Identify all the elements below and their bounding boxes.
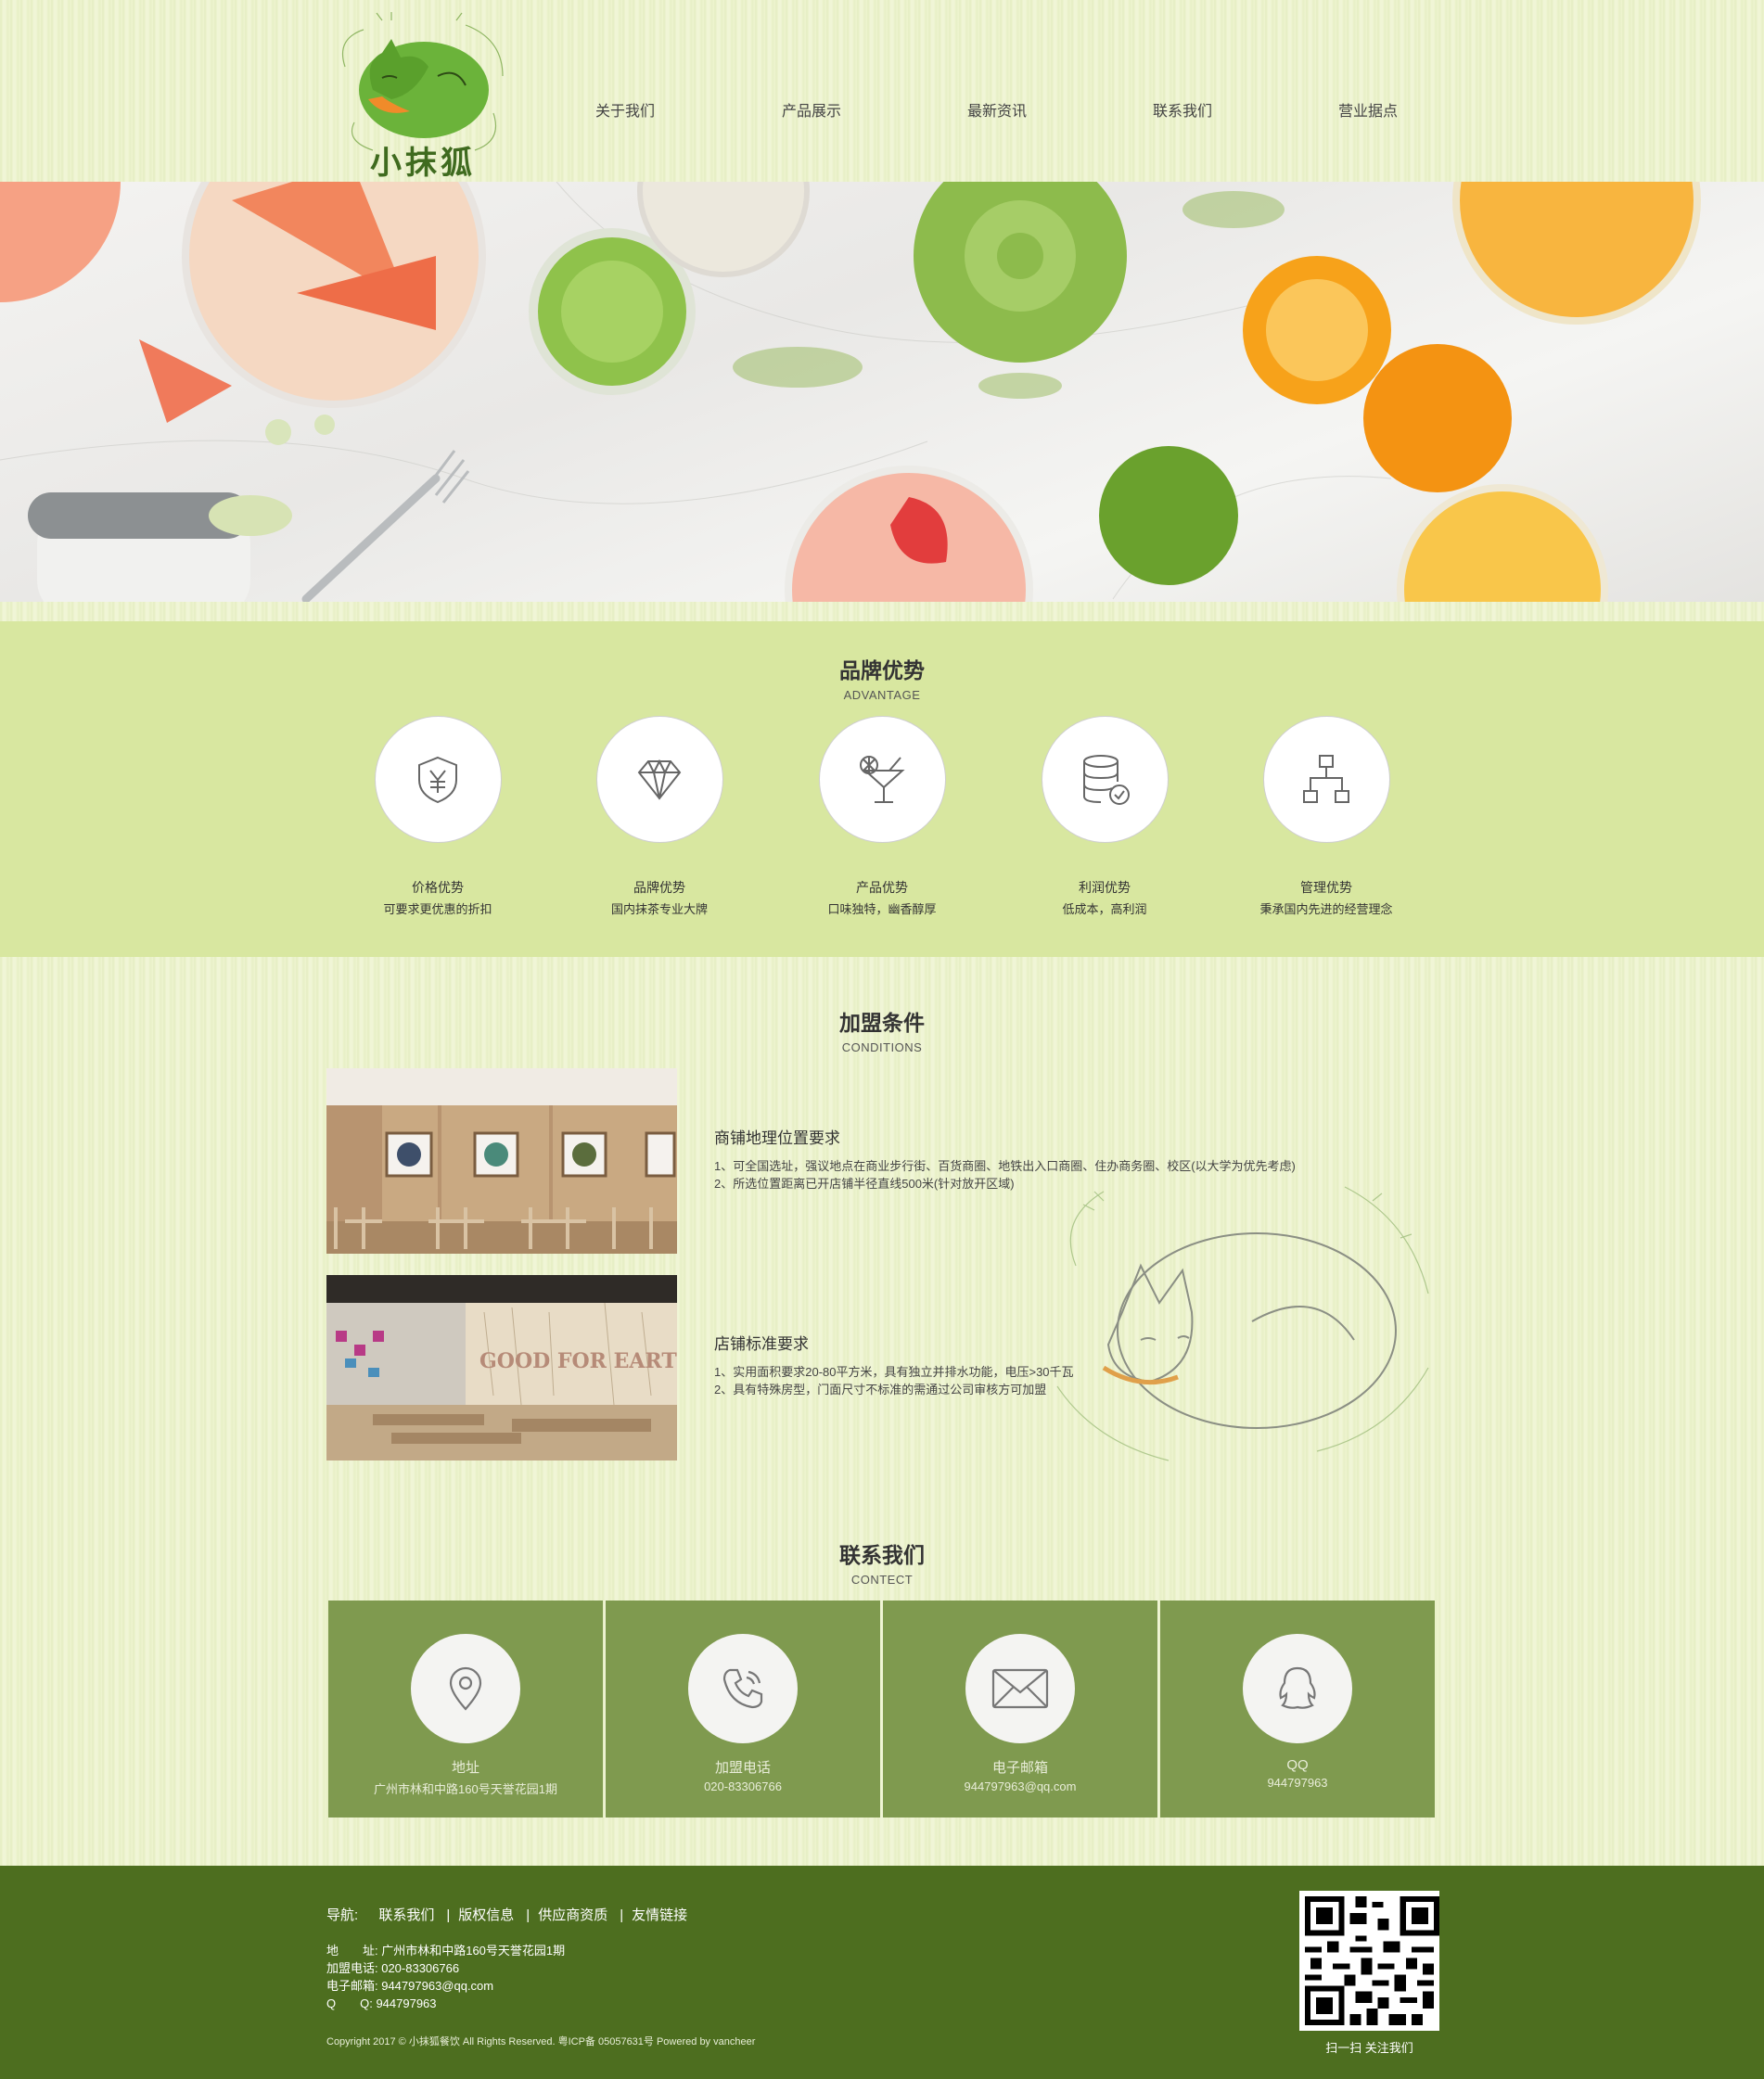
hero-drinks-image (0, 182, 1701, 602)
contact-title: 联系我们 (839, 1543, 925, 1567)
footer-address: 地 址: 广州市林和中路160号天誉花园1期 (326, 1944, 566, 1958)
nav-news[interactable]: 最新资讯 (967, 98, 1027, 121)
footer-phone: 加盟电话: 020-83306766 (326, 1961, 460, 1975)
contact-heading: 联系我们 CONTECT (0, 1537, 1764, 1587)
footer-copyright: Copyright 2017 © 小抹狐餐饮 All Rights Reserv… (326, 2036, 756, 2047)
hero-banner (0, 182, 1764, 602)
advantage-item-desc: 可要求更优惠的折扣 (383, 902, 492, 916)
qr-label: 扫一扫 关注我们 (1325, 2041, 1413, 2055)
contact-card-address[interactable]: 地址 广州市林和中路160号天誉花园1期 (328, 1601, 603, 1818)
advantage-subtitle: ADVANTAGE (843, 688, 921, 702)
contact-subtitle: CONTECT (850, 1573, 914, 1587)
advantage-item[interactable]: 利润优势 低成本，高利润 (993, 716, 1216, 917)
footer-separator: | (446, 1907, 451, 1923)
condition-store-title: 店铺标准要求 (714, 1335, 809, 1353)
nav-about[interactable]: 关于我们 (595, 98, 655, 121)
advantage-item[interactable]: 价格优势 可要求更优惠的折扣 (326, 716, 549, 917)
advantage-item[interactable]: 产品优势 口味独特，幽香醇厚 (771, 716, 993, 917)
nav-stores[interactable]: 营业据点 (1338, 98, 1398, 121)
contact-card-phone[interactable]: 加盟电话 020-83306766 (606, 1601, 880, 1818)
condition-location-line: 1、可全国选址，强议地点在商业步行街、百货商圈、地铁出入口商圈、住办商务圈、校区… (714, 1159, 1296, 1173)
condition-store-line: 2、具有特殊房型，门面尺寸不标准的需通过公司审核方可加盟 (714, 1383, 1047, 1397)
contact-card-title: QQ (1286, 1757, 1309, 1773)
footer-info: 地 址: 广州市林和中路160号天誉花园1期 加盟电话: 020-8330676… (326, 1942, 565, 2012)
contact-card-title: 地址 (451, 1760, 479, 1776)
conditions-title: 加盟条件 (839, 1011, 925, 1035)
diamond-icon (595, 716, 723, 843)
advantage-item-title: 品牌优势 (633, 880, 685, 895)
footer-link-copyright[interactable]: 版权信息 (458, 1907, 514, 1923)
footer-nav: 导航: 联系我们 | 版权信息 | 供应商资质 | 友情链接 (326, 1905, 691, 1924)
advantage-item-title: 产品优势 (856, 880, 908, 895)
site-footer: 导航: 联系我们 | 版权信息 | 供应商资质 | 友情链接 地 址: 广州市林和中路160… (0, 1866, 1764, 2079)
advantage-item-desc: 国内抹茶专业大牌 (610, 902, 708, 916)
contact-card-value: 944797963@qq.com (964, 1779, 1077, 1793)
store-sign: GOOD FOR EARTH (479, 1349, 677, 1373)
footer-link-contact[interactable]: 联系我们 (378, 1907, 434, 1923)
advantage-item-desc: 秉承国内先进的经营理念 (1259, 902, 1393, 916)
advantage-section: 品牌优势 ADVANTAGE 价格优势 可要求更优惠的折扣 品牌优势 国内抹茶专… (0, 621, 1764, 957)
advantage-heading: 品牌优势 ADVANTAGE (0, 653, 1764, 702)
qr-code-icon (1299, 1891, 1439, 2031)
condition-store-line: 1、实用面积要求20-80平方米，具有独立并排水功能，电压>30千瓦 (714, 1365, 1074, 1379)
footer-email: 电子邮箱: 944797963@qq.com (326, 1979, 494, 1993)
advantage-item-desc: 低成本，高利润 (1062, 902, 1147, 916)
footer-nav-label: 导航: (326, 1907, 359, 1923)
advantage-item-title: 价格优势 (412, 880, 464, 895)
footer-link-friends[interactable]: 友情链接 (632, 1907, 687, 1923)
database-check-icon (1041, 716, 1169, 843)
hierarchy-icon (1262, 716, 1390, 843)
conditions-heading: 加盟条件 CONDITIONS (0, 1005, 1764, 1054)
condition-location-title: 商铺地理位置要求 (714, 1129, 840, 1147)
contact-card-value: 广州市林和中路160号天誉花园1期 (374, 1782, 557, 1796)
footer-separator: | (526, 1907, 530, 1923)
advantage-title: 品牌优势 (839, 658, 925, 682)
main-nav: 关于我们 产品展示 最新资讯 联系我们 营业据点 (556, 98, 1484, 121)
qq-icon (1243, 1634, 1352, 1743)
conditions-subtitle: CONDITIONS (841, 1040, 923, 1054)
fox-illustration (1056, 1186, 1429, 1461)
restaurant-interior-image (326, 1068, 677, 1254)
shield-yen-icon (374, 716, 502, 843)
contact-card-value: 944797963 (1267, 1776, 1328, 1790)
advantage-item[interactable]: 管理优势 秉承国内先进的经营理念 (1215, 716, 1438, 917)
advantage-item-title: 利润优势 (1079, 880, 1131, 895)
footer-separator: | (620, 1907, 624, 1923)
advantage-item[interactable]: 品牌优势 国内抹茶专业大牌 (548, 716, 771, 917)
footer-qq: Q Q: 944797963 (326, 1996, 437, 2010)
phone-icon (688, 1634, 798, 1743)
nav-contact[interactable]: 联系我们 (1153, 98, 1212, 121)
site-header: 小抹狐 关于我们 产品展示 最新资讯 联系我们 营业据点 (0, 0, 1764, 182)
store-interior-image: GOOD FOR EARTH (326, 1275, 677, 1460)
footer-link-supplier[interactable]: 供应商资质 (538, 1907, 607, 1923)
condition-store: 店铺标准要求 1、实用面积要求20-80平方米，具有独立并排水功能，电压>30千… (714, 1331, 1419, 1398)
contact-card-title: 电子邮箱 (991, 1760, 1048, 1776)
logo-text: 小抹狐 (370, 145, 476, 182)
contact-card-email[interactable]: 电子邮箱 944797963@qq.com (883, 1601, 1157, 1818)
cocktail-icon (818, 716, 946, 843)
advantage-item-desc: 口味独特，幽香醇厚 (827, 902, 937, 916)
condition-location-line: 2、所选位置距离已开店铺半径直线500米(针对放开区域) (714, 1177, 1015, 1191)
mail-icon (965, 1634, 1075, 1743)
contact-card-title: 加盟电话 (714, 1760, 771, 1776)
location-pin-icon (411, 1634, 520, 1743)
contact-card-value: 020-83306766 (704, 1779, 782, 1793)
condition-location: 商铺地理位置要求 1、可全国选址，强议地点在商业步行街、百货商圈、地铁出入口商圈… (714, 1125, 1419, 1193)
nav-products[interactable]: 产品展示 (782, 98, 841, 121)
contact-card-qq[interactable]: QQ 944797963 (1160, 1601, 1435, 1818)
advantage-item-title: 管理优势 (1300, 880, 1352, 895)
